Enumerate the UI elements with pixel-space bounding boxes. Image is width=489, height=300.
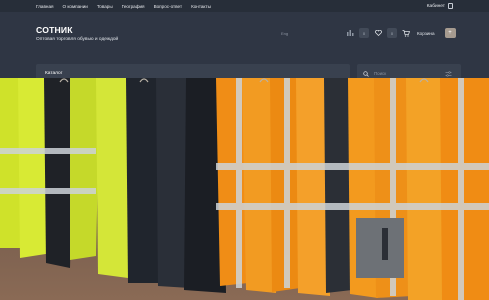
site-logo-title[interactable]: СОТНИК xyxy=(36,25,73,35)
language-switch[interactable]: Eng xyxy=(281,31,288,36)
cabinet-link[interactable]: Кабинет xyxy=(427,3,453,9)
nav-link-about[interactable]: О компании xyxy=(62,4,87,9)
hero-jackets-illustration xyxy=(0,78,489,300)
nav-link-contacts[interactable]: Контакты xyxy=(191,4,211,9)
site-tagline: Оптовая торговля обувью и одеждой xyxy=(36,37,119,42)
nav-link-home[interactable]: Главная xyxy=(36,4,53,9)
cart-label[interactable]: Корзина xyxy=(417,31,435,36)
search-input[interactable] xyxy=(374,70,440,76)
compare-count: 0 xyxy=(359,28,369,38)
cabinet-label: Кабинет xyxy=(426,3,445,9)
top-bar: Главная О компании Товары География Вопр… xyxy=(0,0,489,12)
top-navigation: Главная О компании Товары География Вопр… xyxy=(36,4,211,9)
favorites-count: 0 xyxy=(387,28,397,38)
nav-link-faq[interactable]: Вопрос-ответ xyxy=(154,4,183,9)
header-actions: 0 0 Корзина + xyxy=(345,28,456,38)
catalog-label: Каталог xyxy=(45,70,63,76)
nav-link-geography[interactable]: География xyxy=(122,4,145,9)
nav-link-products[interactable]: Товары xyxy=(97,4,113,9)
heart-icon[interactable] xyxy=(373,28,383,38)
cart-add-button[interactable]: + xyxy=(444,28,456,38)
hero-banner-image xyxy=(0,78,489,300)
compare-icon[interactable] xyxy=(345,28,355,38)
site-header: СОТНИК Оптовая торговля обувью и одеждой… xyxy=(0,12,489,82)
door-icon xyxy=(448,3,453,9)
cart-icon[interactable] xyxy=(401,28,411,38)
